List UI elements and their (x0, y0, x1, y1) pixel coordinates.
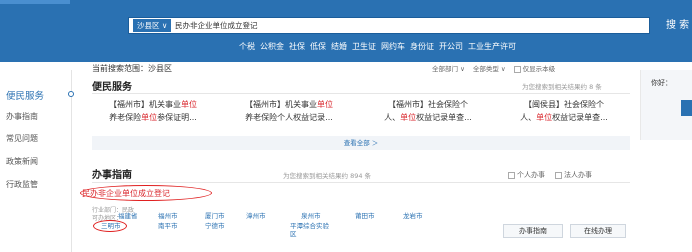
region-link[interactable]: 厦门市 (205, 212, 225, 220)
region-link[interactable]: 福建省 (118, 212, 138, 220)
sidebar-item-guide[interactable]: 办事指南 (6, 111, 38, 122)
card-highlight: 单位 (317, 100, 333, 109)
hot-word[interactable]: 身份证 (410, 41, 434, 53)
type-filter[interactable]: 全部类型 ∨ (473, 63, 506, 73)
service-card[interactable]: 【福州市】机关事业单位 养老保险个人权益记录... (228, 98, 350, 134)
region-link[interactable]: 宁德市 (205, 222, 225, 230)
region-link[interactable]: 南平市 (158, 222, 178, 230)
greeting: 你好： (651, 79, 672, 87)
tab-label: 法人办事 (564, 171, 592, 179)
card-text: 【福州市】机关事业 (245, 100, 317, 109)
search-button[interactable]: 搜 索 (666, 17, 689, 34)
card-highlight: 单位 (400, 113, 417, 122)
guide-count: 为您搜索到相关结果约 894 条 (283, 172, 372, 180)
hot-word[interactable]: 结婚 (331, 41, 347, 53)
card-line-1: 【闽侯县】社会保险个 (503, 98, 625, 111)
card-text: 养老保险个人权益记录... (245, 113, 333, 122)
area-select[interactable]: 沙县区 ∨ (133, 19, 172, 32)
region-link[interactable]: 漳州市 (246, 212, 266, 220)
section-divider (92, 182, 630, 183)
card-text: 人、 (384, 113, 401, 122)
card-text: 参保证明... (157, 113, 197, 122)
local-only-label: 仅显示本级 (522, 65, 556, 73)
sidebar-item-supervision[interactable]: 行政监管 (6, 179, 38, 190)
card-text: 权益记录单查... (416, 113, 472, 122)
card-highlight: 单位 (536, 113, 553, 122)
user-panel: 你好： (640, 70, 692, 140)
tab-label: 个人办事 (517, 171, 545, 179)
hot-word[interactable]: 开公司 (439, 41, 463, 53)
search-input[interactable]: 民办非企业单位成立登记 (175, 18, 258, 33)
dept-filter[interactable]: 全部部门 ∨ (432, 63, 465, 73)
local-only-toggle[interactable]: 仅显示本级 (513, 63, 556, 73)
sidebar-item-faq[interactable]: 常见问题 (6, 133, 38, 144)
card-line-1: 【福州市】机关事业单位 (92, 98, 214, 111)
checkbox-icon (508, 171, 515, 179)
sidebar-divider (71, 70, 72, 252)
sidebar-item-news[interactable]: 政策新闻 (6, 156, 38, 167)
hot-word[interactable]: 个税 (239, 41, 255, 53)
hot-word[interactable]: 网约车 (381, 41, 405, 53)
card-line-1: 【福州市】社会保险个 (367, 98, 489, 111)
guide-button[interactable]: 办事指南 (503, 224, 563, 238)
card-line-2: 人、单位权益记录单查... (367, 111, 489, 124)
card-text: 【福州市】机关事业 (109, 100, 181, 109)
card-line-1: 【福州市】机关事业单位 (228, 98, 350, 111)
card-text: 【闽侯县】社会保险个 (524, 100, 604, 109)
card-text: 人、 (520, 113, 537, 122)
service-card[interactable]: 【闽侯县】社会保险个 人、单位权益记录单查... (503, 98, 625, 134)
search-box[interactable]: 沙县区 ∨ 民办非企业单位成立登记 (128, 17, 650, 34)
tab-legal[interactable]: 法人办事 (555, 170, 592, 180)
hot-word[interactable]: 公积金 (260, 41, 284, 53)
login-button[interactable] (681, 100, 692, 116)
card-text: 养老保险 (109, 113, 142, 122)
header-accent-bar (0, 0, 70, 4)
top-header: 沙县区 ∨ 民办非企业单位成立登记 搜 索 个税 公积金 社保 低保 结婚 卫生… (0, 0, 692, 62)
convenience-title: 便民服务 (92, 82, 132, 93)
region-link[interactable]: 福州市 (158, 212, 178, 220)
card-highlight: 单位 (181, 100, 197, 109)
service-card[interactable]: 【福州市】机关事业单位 养老保险单位参保证明... (92, 98, 214, 134)
section-divider (92, 93, 630, 94)
card-highlight: 单位 (141, 113, 158, 122)
filters: 全部部门 ∨ 全部类型 ∨ 仅显示本级 (432, 63, 555, 73)
service-card[interactable]: 【福州市】社会保险个 人、单位权益记录单查... (367, 98, 489, 134)
convenience-count: 为您搜索到相关结果约 8 条 (522, 83, 602, 91)
hot-word[interactable]: 工业生产许可 (468, 41, 516, 53)
search-scope: 当前搜索范围：沙县区 (92, 64, 172, 73)
region-link[interactable]: 泉州市 (301, 212, 321, 220)
card-text: 【福州市】社会保险个 (388, 100, 468, 109)
region-link[interactable]: 龙岩市 (403, 212, 423, 220)
online-handle-button[interactable]: 在线办理 (570, 224, 626, 238)
hot-word[interactable]: 低保 (310, 41, 326, 53)
checkbox-icon (555, 171, 562, 179)
region-link[interactable]: 平潭综合实验 (290, 222, 329, 230)
checkbox-icon (513, 65, 521, 73)
card-line-2: 养老保险个人权益记录... (228, 111, 350, 124)
card-line-2: 养老保险单位参保证明... (92, 111, 214, 124)
tab-personal[interactable]: 个人办事 (508, 170, 545, 180)
sidebar-active-dot-icon (68, 91, 74, 97)
hot-word[interactable]: 卫生证 (352, 41, 376, 53)
highlight-circle (93, 220, 127, 232)
guide-title: 办事指南 (92, 170, 132, 181)
highlight-ellipse (80, 185, 212, 201)
view-all-link[interactable]: 查看全部 ＞ (92, 136, 630, 150)
card-text: 权益记录单查... (552, 113, 608, 122)
guide-tabs: 个人办事 法人办事 (508, 170, 592, 180)
region-link-wrap[interactable]: 区 (290, 230, 297, 238)
hot-words: 个税 公积金 社保 低保 结婚 卫生证 网约车 身份证 开公司 工业生产许可 (239, 41, 516, 53)
hot-word[interactable]: 社保 (289, 41, 305, 53)
card-line-2: 人、单位权益记录单查... (503, 111, 625, 124)
region-link[interactable]: 莆田市 (355, 212, 375, 220)
sidebar-item-convenience[interactable]: 便民服务 (6, 88, 44, 102)
